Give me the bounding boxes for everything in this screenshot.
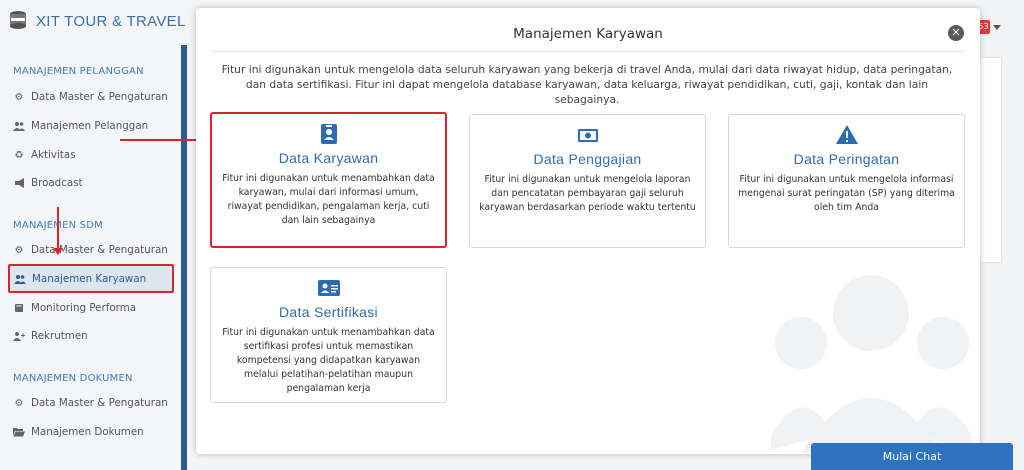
bullhorn-icon — [13, 177, 25, 189]
sidebar-item-aktivitas[interactable]: ♻ Aktivitas — [10, 142, 174, 168]
user-menu-caret-icon[interactable] — [993, 25, 1001, 30]
sidebar-item-manajemen-dokumen[interactable]: Manajemen Dokumen — [10, 419, 174, 445]
sidebar-item-label: Broadcast — [31, 177, 83, 189]
users-watermark-icon — [771, 275, 971, 453]
gears-icon: ⚙ — [14, 91, 24, 103]
user-plus-icon — [13, 330, 25, 342]
sidebar-item-label: Data Master & Pengaturan — [31, 91, 168, 103]
book-icon — [13, 302, 25, 314]
sidebar-item-label: Aktivitas — [31, 149, 76, 161]
recycle-icon: ♻ — [14, 149, 24, 161]
sidebar-item-label: Data Master & Pengaturan — [31, 397, 168, 409]
travel-logo-icon — [10, 11, 26, 29]
annotation-arrow-down — [53, 207, 63, 255]
users-icon — [13, 120, 25, 132]
brand-name: XIT TOUR & TRAVEL — [36, 12, 186, 30]
sidebar: XIT TOUR & TRAVEL MANAJEMEN PELANGGAN ⚙ … — [0, 0, 188, 470]
modal-description: Fitur ini digunakan untuk mengelola data… — [221, 63, 953, 106]
address-card-icon — [317, 280, 340, 296]
modal-dialog: Manajemen Karyawan ✕ Fitur ini digunakan… — [196, 8, 980, 454]
card-data-peringatan[interactable]: Data Peringatan Fitur ini digunakan untu… — [728, 114, 965, 248]
money-bill-icon — [577, 129, 598, 142]
sidebar-item-label: Data Master & Pengaturan — [31, 244, 168, 256]
card-description: Fitur ini digunakan untuk menambahkan da… — [222, 173, 435, 226]
brand[interactable]: XIT TOUR & TRAVEL — [8, 10, 186, 32]
start-chat-button[interactable]: Mulai Chat — [811, 443, 1013, 470]
close-icon[interactable]: ✕ — [948, 25, 964, 41]
gears-icon: ⚙ — [14, 244, 24, 256]
sidebar-item-data-master-pelanggan[interactable]: ⚙ Data Master & Pengaturan — [10, 84, 174, 110]
sidebar-scrollbar[interactable] — [181, 45, 187, 470]
sidebar-item-manajemen-pelanggan[interactable]: Manajemen Pelanggan — [10, 113, 174, 139]
card-description: Fitur ini digunakan untuk menambahkan da… — [222, 327, 435, 394]
card-data-penggajian[interactable]: Data Penggajian Fitur ini digunakan untu… — [469, 114, 706, 248]
card-title: Data Peringatan — [793, 151, 900, 167]
card-description: Fitur ini digunakan untuk mengelola lapo… — [479, 174, 696, 213]
card-description: Fitur ini digunakan untuk mengelola info… — [738, 174, 955, 213]
card-title: Data Sertifikasi — [279, 304, 378, 320]
sidebar-item-label: Rekrutmen — [31, 330, 88, 342]
sidebar-item-data-master-sdm[interactable]: ⚙ Data Master & Pengaturan — [10, 237, 174, 263]
sidebar-item-monitoring-performa[interactable]: Monitoring Performa — [10, 295, 174, 321]
sidebar-item-broadcast[interactable]: Broadcast — [10, 170, 174, 196]
section-title-pelanggan: MANAJEMEN PELANGGAN — [13, 66, 144, 77]
card-data-karyawan[interactable]: Data Karyawan Fitur ini digunakan untuk … — [210, 112, 447, 248]
sidebar-item-rekrutmen[interactable]: Rekrutmen — [10, 323, 174, 349]
sidebar-item-manajemen-karyawan[interactable]: Manajemen Karyawan — [8, 264, 174, 293]
id-badge-icon — [320, 124, 337, 144]
folder-open-icon — [13, 426, 25, 438]
card-title: Data Karyawan — [278, 150, 379, 166]
warning-icon — [835, 125, 858, 144]
gears-icon: ⚙ — [14, 397, 24, 409]
card-title: Data Penggajian — [533, 151, 642, 167]
modal-title: Manajemen Karyawan — [513, 26, 663, 42]
modal-divider — [210, 51, 966, 52]
annotation-arrow-right — [120, 135, 208, 145]
sidebar-item-label: Monitoring Performa — [31, 302, 137, 314]
section-title-dokumen: MANAJEMEN DOKUMEN — [13, 373, 133, 384]
sidebar-item-label: Manajemen Dokumen — [31, 426, 144, 438]
sidebar-item-label: Manajemen Pelanggan — [31, 120, 149, 132]
sidebar-item-data-master-dokumen[interactable]: ⚙ Data Master & Pengaturan — [10, 390, 174, 416]
sidebar-item-label: Manajemen Karyawan — [32, 272, 147, 285]
card-data-sertifikasi[interactable]: Data Sertifikasi Fitur ini digunakan unt… — [210, 267, 447, 403]
users-icon — [14, 273, 26, 285]
